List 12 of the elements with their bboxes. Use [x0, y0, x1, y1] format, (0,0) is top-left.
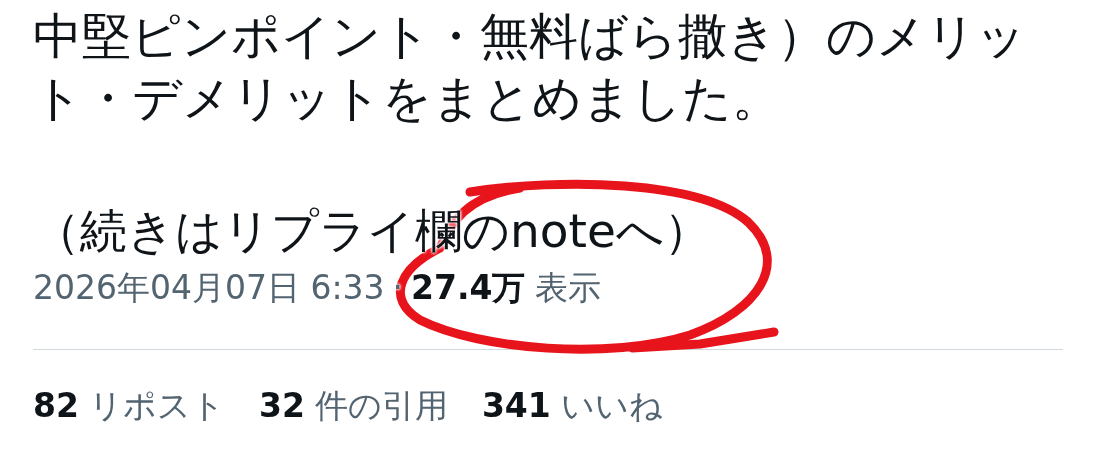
separator: · — [392, 268, 404, 307]
post-text: 中堅ピンポイント・無料ばら撒き）のメリッ — [33, 7, 1027, 67]
stat-label: 件の引用 — [314, 385, 448, 427]
timestamp: 2026年04月07日 6:33 — [33, 267, 385, 309]
view-label: 表示 — [535, 267, 602, 309]
stat-label: リポスト — [88, 385, 225, 427]
stat-count: 341 — [481, 386, 551, 425]
post-text: ト・デメリットをまとめました。 — [33, 69, 782, 129]
stat-count: 82 — [33, 386, 79, 425]
stat-label: いいね — [560, 385, 663, 427]
view-count: 27.4万 — [411, 267, 526, 309]
stat-count: 32 — [258, 386, 305, 425]
